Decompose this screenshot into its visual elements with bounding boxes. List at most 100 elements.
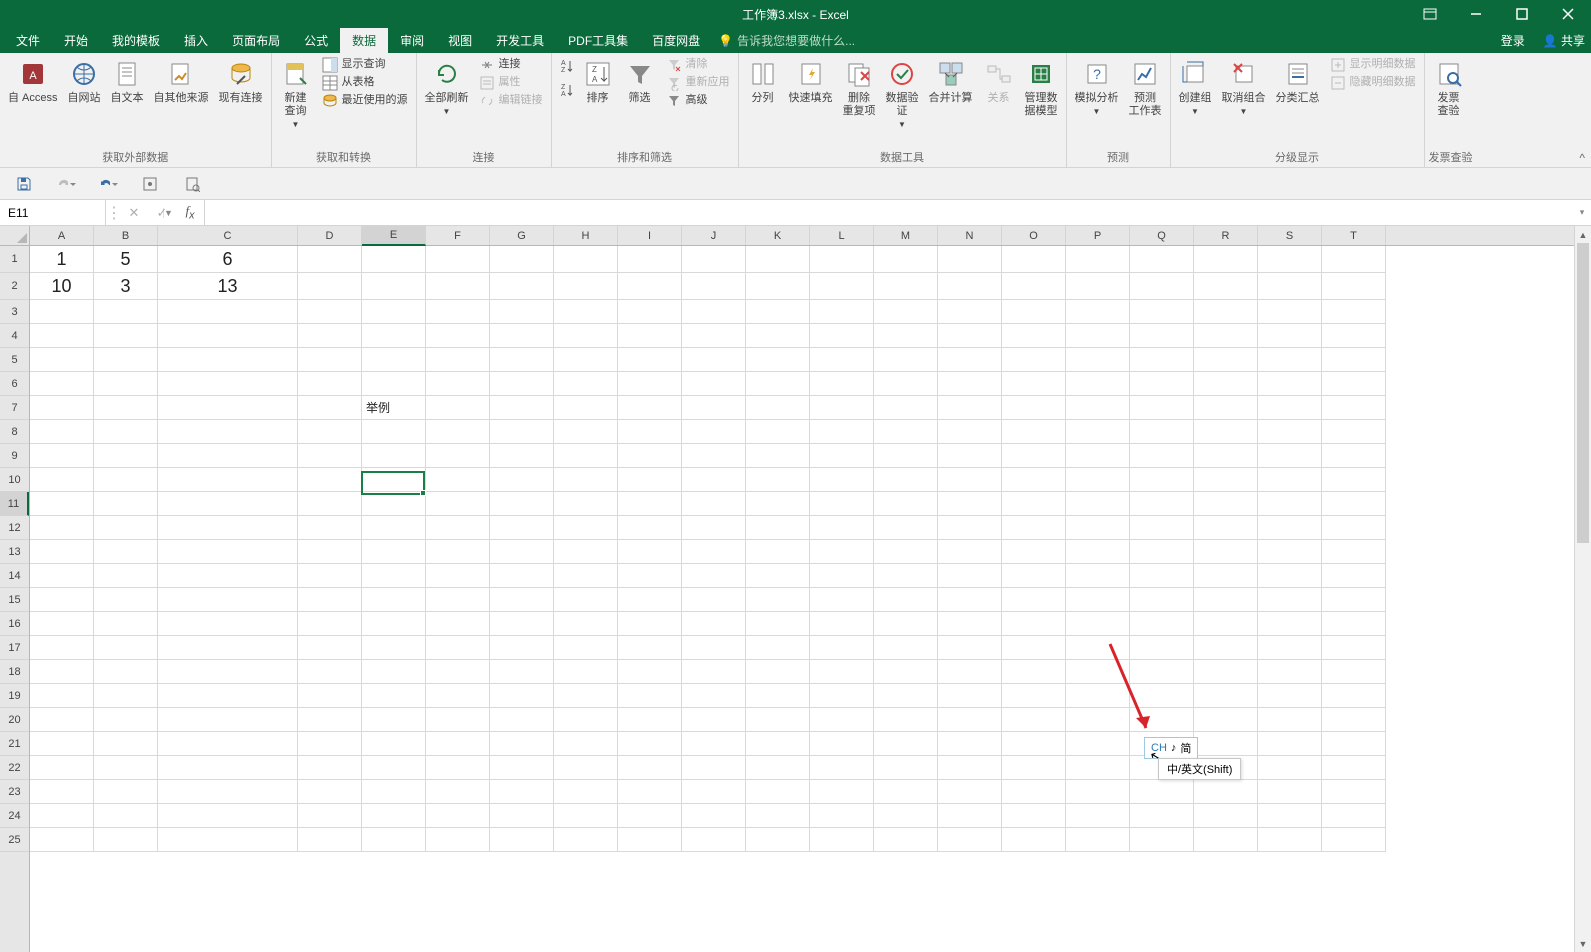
cell[interactable] bbox=[874, 588, 938, 612]
cell[interactable] bbox=[1002, 660, 1066, 684]
cell[interactable] bbox=[746, 420, 810, 444]
cell[interactable] bbox=[298, 324, 362, 348]
cell[interactable] bbox=[746, 780, 810, 804]
cell[interactable] bbox=[30, 636, 94, 660]
cell[interactable] bbox=[1258, 468, 1322, 492]
cell[interactable] bbox=[1194, 396, 1258, 420]
cell[interactable] bbox=[874, 660, 938, 684]
cell[interactable] bbox=[618, 708, 682, 732]
cell[interactable] bbox=[1194, 828, 1258, 852]
cell[interactable] bbox=[1194, 300, 1258, 324]
cell[interactable] bbox=[1322, 540, 1386, 564]
from-other-sources-button[interactable]: 自其他来源 bbox=[150, 56, 213, 107]
cell[interactable] bbox=[618, 348, 682, 372]
vertical-scrollbar[interactable]: ▲ ▼ bbox=[1574, 226, 1591, 952]
cell[interactable] bbox=[682, 612, 746, 636]
cell[interactable] bbox=[938, 636, 1002, 660]
cell[interactable] bbox=[618, 444, 682, 468]
cell[interactable] bbox=[362, 372, 426, 396]
cell[interactable] bbox=[1130, 516, 1194, 540]
scroll-up-button[interactable]: ▲ bbox=[1575, 226, 1591, 243]
cell[interactable] bbox=[1258, 684, 1322, 708]
cell[interactable] bbox=[1322, 612, 1386, 636]
cell[interactable] bbox=[746, 372, 810, 396]
cell[interactable] bbox=[1002, 828, 1066, 852]
cell[interactable] bbox=[94, 492, 158, 516]
cell[interactable] bbox=[94, 324, 158, 348]
cell[interactable] bbox=[810, 756, 874, 780]
cell[interactable] bbox=[618, 396, 682, 420]
cell[interactable] bbox=[874, 780, 938, 804]
scroll-down-button[interactable]: ▼ bbox=[1575, 935, 1591, 952]
cell[interactable] bbox=[810, 708, 874, 732]
cell[interactable] bbox=[30, 612, 94, 636]
cell[interactable] bbox=[1258, 732, 1322, 756]
cell[interactable] bbox=[362, 273, 426, 300]
cell[interactable] bbox=[618, 246, 682, 273]
column-header[interactable]: M bbox=[874, 226, 938, 245]
cell[interactable] bbox=[298, 732, 362, 756]
cell[interactable] bbox=[490, 780, 554, 804]
text-to-columns-button[interactable]: 分列 bbox=[743, 56, 783, 107]
cell[interactable] bbox=[490, 540, 554, 564]
cell[interactable] bbox=[30, 684, 94, 708]
cell[interactable] bbox=[810, 273, 874, 300]
cell[interactable] bbox=[1130, 540, 1194, 564]
cell[interactable] bbox=[1322, 372, 1386, 396]
cell[interactable] bbox=[874, 612, 938, 636]
cell[interactable] bbox=[1258, 708, 1322, 732]
cell[interactable] bbox=[1322, 492, 1386, 516]
cell[interactable] bbox=[1322, 756, 1386, 780]
cell[interactable] bbox=[1066, 273, 1130, 300]
cell[interactable] bbox=[362, 246, 426, 273]
cell[interactable] bbox=[1194, 588, 1258, 612]
cell[interactable] bbox=[810, 324, 874, 348]
cell[interactable] bbox=[1194, 516, 1258, 540]
cell[interactable] bbox=[490, 732, 554, 756]
cell[interactable] bbox=[618, 564, 682, 588]
cell[interactable] bbox=[618, 756, 682, 780]
cell[interactable] bbox=[746, 756, 810, 780]
ribbon-tab[interactable]: 审阅 bbox=[388, 28, 436, 53]
column-header[interactable]: H bbox=[554, 226, 618, 245]
cell[interactable] bbox=[1130, 636, 1194, 660]
row-header[interactable]: 5 bbox=[0, 348, 29, 372]
show-queries-button[interactable]: 显示查询 bbox=[318, 56, 412, 74]
cell[interactable] bbox=[682, 300, 746, 324]
cell[interactable] bbox=[426, 540, 490, 564]
cell[interactable] bbox=[1258, 246, 1322, 273]
cell[interactable] bbox=[426, 564, 490, 588]
cell[interactable] bbox=[1258, 612, 1322, 636]
cell[interactable] bbox=[682, 540, 746, 564]
cell[interactable] bbox=[30, 660, 94, 684]
cell[interactable] bbox=[554, 420, 618, 444]
cell[interactable] bbox=[1258, 588, 1322, 612]
cell[interactable] bbox=[362, 732, 426, 756]
cell[interactable] bbox=[30, 348, 94, 372]
cell[interactable] bbox=[682, 756, 746, 780]
cell[interactable] bbox=[1002, 348, 1066, 372]
cell[interactable] bbox=[938, 324, 1002, 348]
cell[interactable] bbox=[1002, 708, 1066, 732]
cell[interactable] bbox=[298, 420, 362, 444]
cell[interactable] bbox=[554, 396, 618, 420]
cell[interactable] bbox=[1130, 300, 1194, 324]
cell[interactable] bbox=[1322, 324, 1386, 348]
cell[interactable] bbox=[938, 756, 1002, 780]
cell[interactable] bbox=[874, 372, 938, 396]
cell[interactable] bbox=[426, 420, 490, 444]
cell[interactable] bbox=[1258, 780, 1322, 804]
cell[interactable] bbox=[682, 273, 746, 300]
cell[interactable] bbox=[1130, 828, 1194, 852]
cell[interactable] bbox=[1130, 708, 1194, 732]
cell[interactable] bbox=[158, 348, 298, 372]
cell[interactable] bbox=[1194, 420, 1258, 444]
cell[interactable] bbox=[1322, 516, 1386, 540]
row-header[interactable]: 1 bbox=[0, 246, 29, 273]
group-button[interactable]: 创建组▼ bbox=[1175, 56, 1216, 119]
cell[interactable] bbox=[1258, 372, 1322, 396]
cell[interactable] bbox=[810, 780, 874, 804]
row-header[interactable]: 21 bbox=[0, 732, 29, 756]
filter-button[interactable]: 筛选 bbox=[620, 56, 660, 107]
cell[interactable] bbox=[362, 516, 426, 540]
